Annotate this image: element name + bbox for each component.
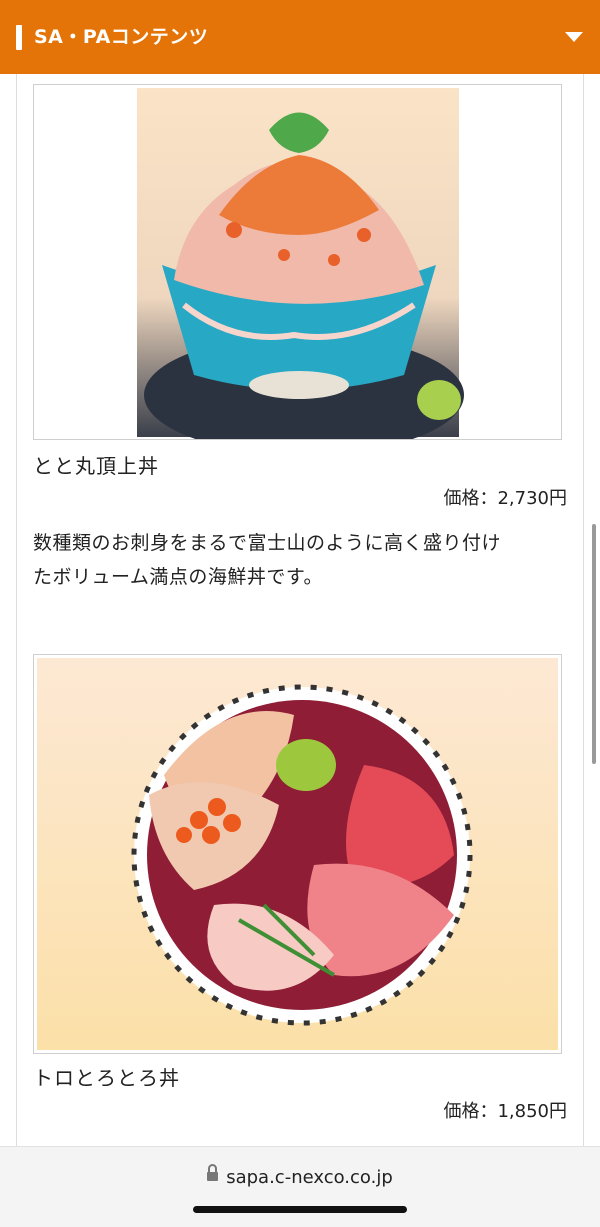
item-description-1: 数種類のお刺身をまるで富士山のように高く盛り付け たボリューム満点の海鮮丼です。 xyxy=(33,526,573,594)
item-price-1: 価格：2,730円 xyxy=(443,488,567,509)
browser-address-bar: sapa.c-nexco.co.jp xyxy=(0,1146,600,1227)
item-photo-1[interactable] xyxy=(33,84,562,440)
section-header[interactable]: SA・PAコンテンツ xyxy=(0,0,600,74)
item-description-1-line-2: たボリューム満点の海鮮丼です。 xyxy=(33,566,324,588)
item-name-1: とと丸頂上丼 xyxy=(33,454,159,478)
chevron-down-icon[interactable] xyxy=(565,32,583,42)
scrollbar-thumb[interactable] xyxy=(592,524,596,764)
url-text: sapa.c-nexco.co.jp xyxy=(226,1167,393,1188)
url-display[interactable]: sapa.c-nexco.co.jp xyxy=(0,1163,600,1188)
header-accent-bar xyxy=(16,25,22,50)
header-title: SA・PAコンテンツ xyxy=(34,26,209,48)
item-name-2: トロとろとろ丼 xyxy=(33,1066,180,1090)
home-indicator[interactable] xyxy=(193,1206,407,1213)
lock-icon xyxy=(207,1163,219,1181)
item-price-2: 価格：1,850円 xyxy=(443,1101,567,1122)
item-description-1-line-1: 数種類のお刺身をまるで富士山のように高く盛り付け xyxy=(33,532,502,554)
item-photo-2[interactable] xyxy=(33,654,562,1054)
tuna-bowl-image xyxy=(34,655,561,1053)
seafood-bowl-tall-image xyxy=(34,85,561,439)
